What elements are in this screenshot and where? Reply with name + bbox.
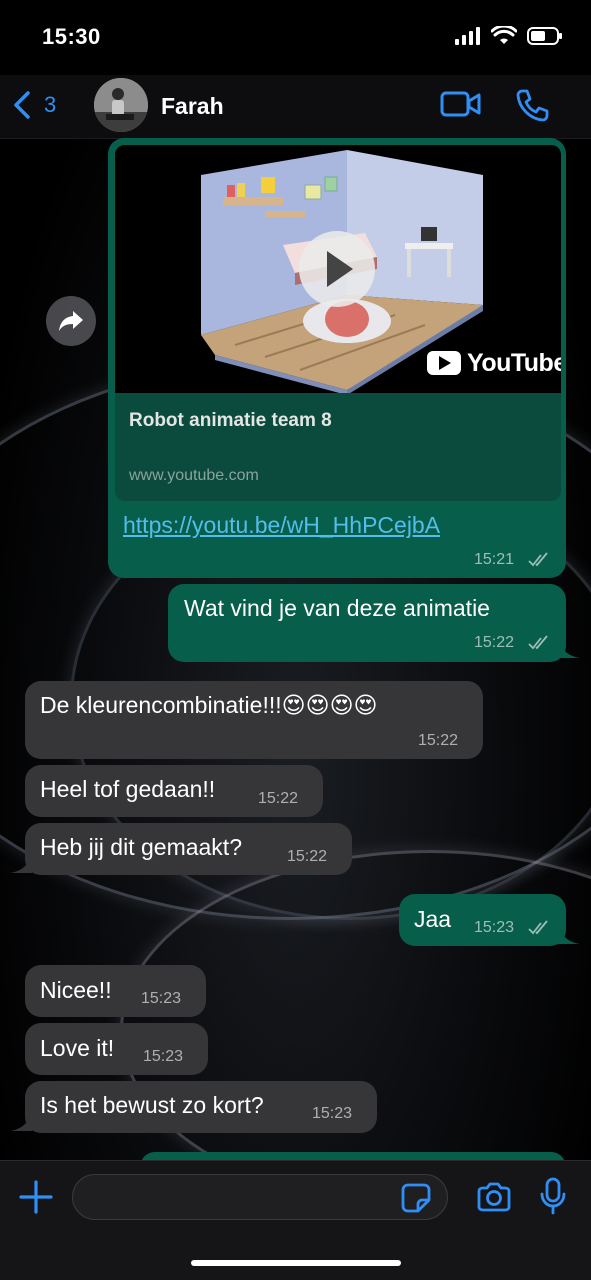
chat-header: 3 Farah [0,75,591,139]
message-text: Jaa [414,906,452,932]
bubble-tail [558,926,580,944]
message-time: 15:23 [474,919,515,936]
forward-button[interactable] [46,296,96,346]
contact-name[interactable]: Farah [161,93,224,120]
video-call-button[interactable] [440,89,482,124]
signal-icon [455,27,480,45]
avatar[interactable] [94,78,148,132]
link-preview-domain: www.youtube.com [129,467,259,484]
link-preview-card[interactable]: YouTube Robot animatie team 8 www.youtub… [115,145,561,501]
camera-button[interactable] [476,1181,512,1218]
youtube-logo-text: YouTube [467,349,561,377]
message-input[interactable] [72,1174,448,1220]
back-button[interactable]: 3 [12,87,56,123]
message-time: 15:22 [474,634,515,651]
link-preview-title: Robot animatie team 8 [129,410,332,431]
message-time: 15:23 [143,1048,184,1065]
message-time: 15:23 [312,1105,353,1122]
camera-icon [477,1182,511,1212]
microphone-button[interactable] [540,1177,566,1220]
avatar-image [94,78,148,132]
status-bar: 15:30 [0,0,591,75]
home-indicator [191,1260,401,1266]
voice-call-button[interactable] [514,87,550,128]
message-time: 15:22 [258,790,299,807]
wifi-icon [491,26,517,44]
message-text: Nicee!! [40,977,112,1003]
microphone-icon [540,1177,566,1215]
forward-icon [59,311,83,331]
battery-icon [527,27,562,45]
plus-icon [19,1180,53,1214]
attach-button[interactable] [18,1179,54,1220]
status-time: 15:30 [42,24,101,49]
unread-count: 3 [44,92,57,117]
message-time: 15:22 [287,848,328,865]
video-camera-icon [440,91,481,117]
video-thumbnail[interactable]: YouTube [115,145,561,395]
sticker-icon [401,1183,431,1213]
message-text: Heb jij dit gemaakt? [40,834,242,860]
message-time: 15:23 [141,990,182,1007]
double-check-icon [528,552,548,567]
message-text: Is het bewust zo kort? [40,1092,264,1118]
message-text: Heel tof gedaan!! [40,776,216,802]
double-check-icon [528,635,548,650]
status-icons [455,26,563,46]
bubble-tail [10,855,32,873]
phone-icon [516,89,549,122]
message-time: 15:21 [474,551,515,568]
message-link[interactable]: https://youtu.be/wH_HhPCejbA [123,512,440,539]
message-text: Wat vind je van deze animatie [184,595,490,621]
message-text: De kleurencombinatie!!!😍😍😍😍 [40,692,378,718]
message-text: Love it! [40,1035,115,1061]
message-input-bar [0,1160,591,1280]
bubble-tail [558,640,580,658]
bubble-tail [10,1113,32,1131]
double-check-icon [528,920,548,935]
chevron-left-icon [14,91,30,119]
message-time: 15:22 [418,732,459,749]
sticker-button[interactable] [400,1182,432,1219]
